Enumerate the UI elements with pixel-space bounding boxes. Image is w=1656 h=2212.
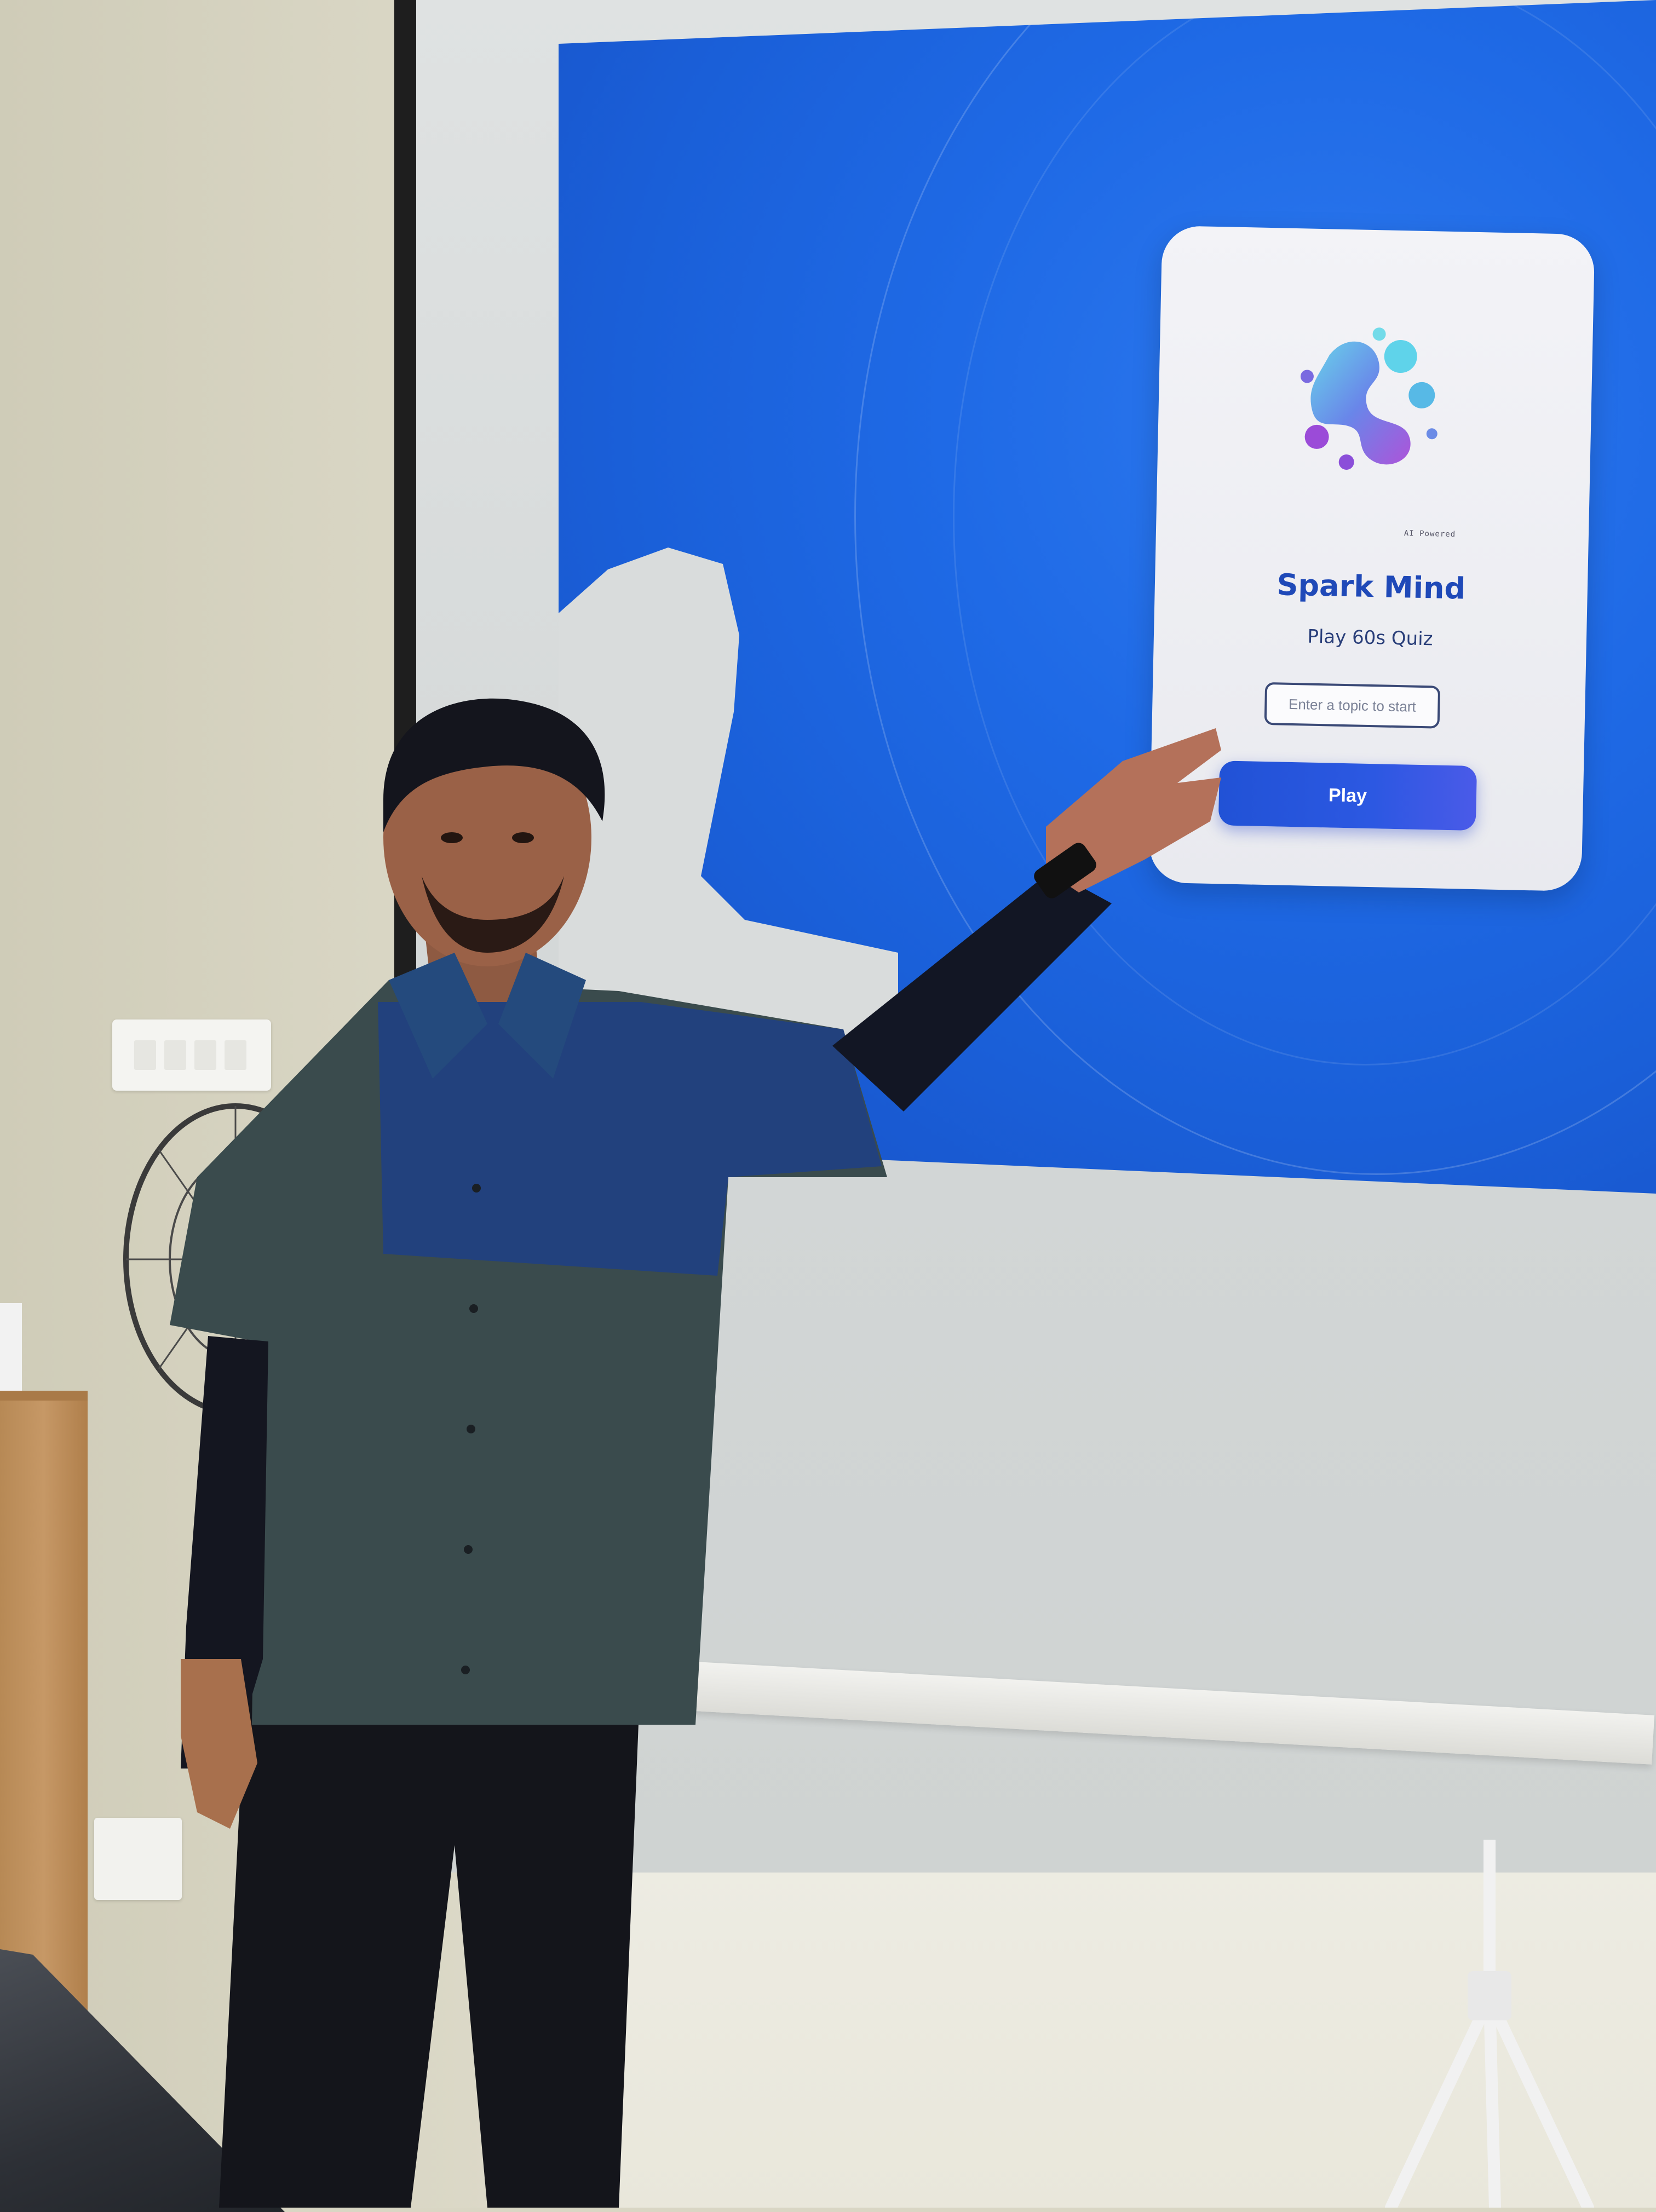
app-title: Spark Mind <box>1276 567 1466 606</box>
topic-input[interactable] <box>1264 682 1441 729</box>
play-button[interactable]: Play <box>1218 761 1477 831</box>
app-subtitle: Play 60s Quiz <box>1307 625 1433 650</box>
spark-mind-logo-icon <box>1300 327 1438 470</box>
ai-powered-tag: AI Powered <box>1404 529 1456 539</box>
screen-tripod <box>1385 1840 1594 2208</box>
presenter-person <box>170 698 1221 2208</box>
wifi-router <box>0 1303 22 1391</box>
wooden-cabinet <box>0 1391 88 2047</box>
